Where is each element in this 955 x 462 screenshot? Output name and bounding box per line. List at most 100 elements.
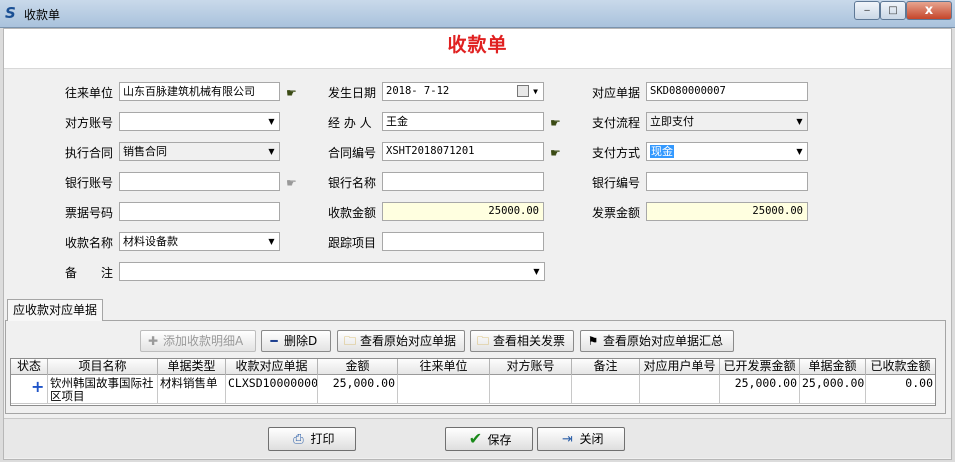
close-label: 关闭 (579, 432, 604, 446)
counterparty-cell[interactable] (398, 375, 490, 404)
remark-cell[interactable] (572, 375, 640, 404)
bank-code-field[interactable] (646, 172, 808, 191)
remark-combo[interactable]: ▼ (119, 262, 545, 281)
col-header[interactable]: 对应用户单号 (640, 359, 720, 375)
bill-no-field[interactable] (119, 202, 280, 221)
account-cell[interactable] (490, 375, 572, 404)
save-label: 保存 (487, 433, 512, 447)
print-button[interactable]: ⎙ 打印 (268, 427, 356, 451)
bank-account-field[interactable] (119, 172, 280, 191)
col-header[interactable]: 单据类型 (158, 359, 226, 375)
plus-icon: ✚ (147, 334, 159, 348)
chevron-down-icon[interactable]: ▼ (529, 263, 544, 280)
col-header[interactable]: 已开发票金额 (720, 359, 800, 375)
chevron-down-icon[interactable]: ▼ (792, 113, 807, 130)
contract-no-label: 合同编号 (328, 146, 377, 160)
counterparty-field[interactable]: 山东百脉建筑机械有限公司 (119, 82, 280, 101)
handler-label: 经 办 人 (328, 116, 372, 130)
amount-field[interactable]: 25000.00 (382, 202, 544, 221)
chevron-down-icon[interactable]: ▼ (264, 113, 279, 130)
col-header[interactable]: 单据金额 (800, 359, 866, 375)
add-detail-button[interactable]: ✚ 添加收款明细A (140, 330, 256, 352)
close-button[interactable]: ⇥ 关闭 (537, 427, 625, 451)
title-bar: S 收款单 ‒ □ x (0, 0, 955, 28)
bill-no-label: 票据号码 (65, 206, 114, 220)
col-header[interactable]: 项目名称 (48, 359, 158, 375)
col-header[interactable]: 对方账号 (490, 359, 572, 375)
lookup-hand-icon[interactable]: ☛ (550, 147, 566, 159)
amount-label: 收款金额 (328, 206, 377, 220)
invoice-amount-field[interactable]: 25000.00 (646, 202, 808, 221)
date-label: 发生日期 (328, 86, 377, 100)
checkmark-icon: ✔ (468, 429, 483, 448)
doc-type-cell[interactable]: 材料销售单 (158, 375, 226, 404)
folder-icon: 🗀 (343, 334, 356, 348)
bank-name-label: 银行名称 (328, 176, 377, 190)
pay-method-combo[interactable]: 现金 ▼ (646, 142, 808, 161)
handler-field[interactable]: 王金 (382, 112, 544, 131)
date-picker[interactable]: 2018- 7-12 ▼ (382, 82, 544, 101)
project-cell[interactable]: 钦州韩国故事国际社区项目 (48, 375, 158, 404)
col-header[interactable]: 状态 (11, 359, 48, 375)
counter-account-combo[interactable]: ▼ (119, 112, 280, 131)
form-title: 收款单 (447, 34, 508, 56)
tracking-field[interactable] (382, 232, 544, 251)
table-row[interactable]: + 钦州韩国故事国际社区项目 材料销售单 CLXSD100000005 25,0… (11, 375, 935, 404)
col-header[interactable]: 金额 (318, 359, 398, 375)
pay-flow-combo[interactable]: 立即支付 ▼ (646, 112, 808, 131)
pay-flow-label: 支付流程 (592, 116, 641, 130)
ref-doc-field[interactable]: SKD080000007 (646, 82, 808, 101)
lookup-hand-icon[interactable]: ☛ (286, 87, 302, 99)
col-header[interactable]: 收款对应单据 (226, 359, 318, 375)
view-original-button[interactable]: 🗀 查看原始对应单据 (337, 330, 465, 352)
printer-icon: ⎙ (293, 432, 304, 447)
lookup-hand-icon[interactable]: ☛ (550, 117, 566, 129)
amount-cell[interactable]: 25,000.00 (318, 375, 398, 404)
print-label: 打印 (310, 432, 335, 446)
view-summary-button[interactable]: ⚑ 查看原始对应单据汇总 (580, 330, 734, 352)
receipt-name-value: 材料设备款 (123, 235, 178, 248)
invoiced-cell[interactable]: 25,000.00 (720, 375, 800, 404)
lookup-hand-icon[interactable]: ☛ (286, 177, 302, 189)
checkered-flag-icon: ⚑ (587, 334, 599, 348)
receipt-name-combo[interactable]: 材料设备款 ▼ (119, 232, 280, 251)
received-cell[interactable]: 0.00 (866, 375, 935, 404)
ref-doc-label: 对应单据 (592, 86, 641, 100)
pay-method-label: 支付方式 (592, 146, 641, 160)
view-invoice-button[interactable]: 🗀 查看相关发票 (470, 330, 574, 352)
pay-method-value: 现金 (650, 145, 674, 158)
col-header[interactable]: 备注 (572, 359, 640, 375)
maximize-button[interactable]: □ (880, 1, 906, 20)
col-header[interactable]: 往来单位 (398, 359, 490, 375)
expand-plus-icon[interactable]: + (31, 377, 44, 396)
delete-label: 删除D (284, 334, 318, 348)
chevron-down-icon[interactable]: ▼ (264, 233, 279, 250)
chevron-down-icon[interactable]: ▼ (792, 143, 807, 160)
receipt-name-label: 收款名称 (65, 236, 114, 250)
exit-door-icon: ⇥ (562, 432, 573, 447)
contract-combo[interactable]: 销售合同 ▼ (119, 142, 280, 161)
chevron-down-icon[interactable]: ▼ (528, 83, 543, 100)
user-no-cell[interactable] (640, 375, 720, 404)
receivable-grid[interactable]: 状态 项目名称 单据类型 收款对应单据 金额 往来单位 对方账号 备注 对应用户… (10, 358, 936, 406)
remark-label: 备 注 (65, 266, 114, 280)
tab-receivable-docs[interactable]: 应收款对应单据 (7, 299, 103, 321)
doc-amount-cell[interactable]: 25,000.00 (800, 375, 866, 404)
status-cell[interactable]: + (11, 375, 48, 404)
save-button[interactable]: ✔ 保存 (445, 427, 533, 451)
contract-no-field[interactable]: XSHT2018071201 (382, 142, 544, 161)
view-original-label: 查看原始对应单据 (360, 334, 457, 348)
minus-icon: ━ (270, 334, 278, 348)
counter-account-label: 对方账号 (65, 116, 114, 130)
folder-icon: 🗀 (476, 334, 489, 348)
window-title: 收款单 (24, 8, 61, 22)
doc-no-cell[interactable]: CLXSD100000005 (226, 375, 318, 404)
app-logo-icon: S (5, 4, 16, 22)
close-window-button[interactable]: x (906, 1, 952, 20)
bank-name-field[interactable] (382, 172, 544, 191)
delete-button[interactable]: ━ 删除D (261, 330, 331, 352)
col-header[interactable]: 已收款金额 (866, 359, 935, 375)
chevron-down-icon[interactable]: ▼ (264, 143, 279, 160)
counterparty-label: 往来单位 (65, 86, 114, 100)
minimize-button[interactable]: ‒ (854, 1, 880, 20)
